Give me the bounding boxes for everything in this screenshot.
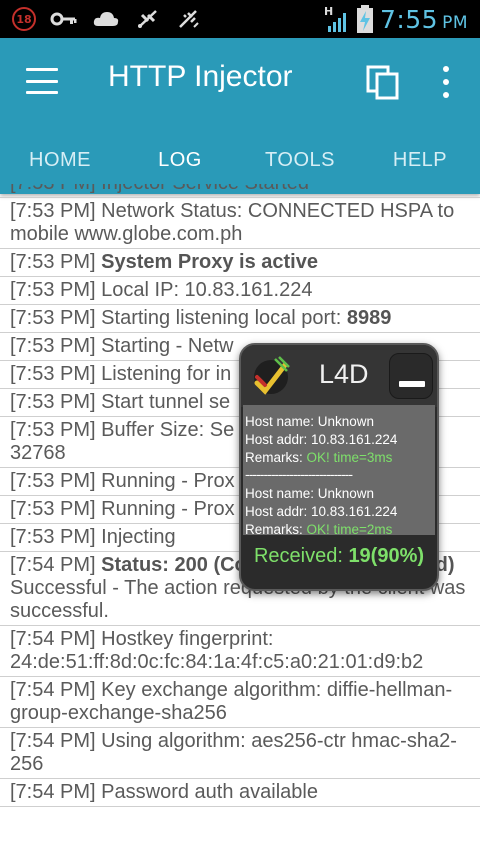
minimize-icon <box>399 381 425 387</box>
app-title: HTTP Injector <box>108 60 293 93</box>
key-icon <box>50 12 77 26</box>
log-entry: [7:54 PM] Hostkey fingerprint: 24:de:51:… <box>0 626 480 677</box>
log-entry: [7:53 PM] System Proxy is active <box>0 249 480 277</box>
log-entry: [7:54 PM] Key exchange algorithm: diffie… <box>0 677 480 728</box>
log-entry: [7:53 PM] Injector Service Started <box>0 184 480 198</box>
status-bar: 18 H 7:55 PM <box>0 0 480 38</box>
tab-tools[interactable]: TOOLS <box>240 138 360 182</box>
battery-charging-icon <box>356 5 373 33</box>
no-signal-icon <box>179 10 199 28</box>
host-name: Host name: Unknown <box>245 486 375 501</box>
clock: 7:55 PM <box>379 4 468 34</box>
host-name: Host name: Unknown <box>245 414 375 429</box>
log-entry: [7:53 PM] Local IP: 10.83.161.224 <box>0 277 480 305</box>
log-entry: [7:54 PM] Password auth available <box>0 779 480 807</box>
widget-title: L4D <box>319 359 369 389</box>
system-icons: H 7:55 PM <box>324 4 468 34</box>
minimize-button[interactable] <box>389 353 433 399</box>
notification-icons: 18 <box>12 7 204 31</box>
log-entry: [7:53 PM] Network Status: CONNECTED HSPA… <box>0 198 480 249</box>
overflow-menu-icon[interactable] <box>436 62 456 102</box>
widget-header[interactable]: L4D <box>241 345 437 407</box>
app-bar: HTTP Injector HOME LOG TOOLS HELP <box>0 38 480 194</box>
log-entry: [7:53 PM] Starting listening local port:… <box>0 305 480 333</box>
host-addr: Host addr: 10.83.161.224 <box>245 504 398 519</box>
h-network-icon: H <box>324 5 346 32</box>
tab-log[interactable]: LOG <box>120 138 240 182</box>
remarks: Remarks: OK! time=3ms <box>245 450 393 465</box>
svg-text:H: H <box>324 5 333 18</box>
received-status: Received: 19(90%) <box>253 545 425 567</box>
tab-bar: HOME LOG TOOLS HELP <box>0 138 480 182</box>
copy-icon[interactable] <box>365 64 401 100</box>
host-addr: Host addr: 10.83.161.224 <box>245 432 398 447</box>
tab-help[interactable]: HELP <box>360 138 480 182</box>
satellite-icon <box>138 10 157 28</box>
remarks: Remarks: OK! time=2ms <box>245 522 393 535</box>
separator: ----------------------------- <box>245 468 353 483</box>
widget-results[interactable]: Host name: Unknown Host addr: 10.83.161.… <box>243 405 435 535</box>
l4d-floating-widget[interactable]: L4D Host name: Unknown Host addr: 10.83.… <box>239 343 439 591</box>
l4d-logo-icon <box>254 356 290 395</box>
notification-badge-icon: 18 <box>12 7 36 31</box>
log-entry: [7:54 PM] Using algorithm: aes256-ctr hm… <box>0 728 480 779</box>
cloud-icon <box>93 12 119 26</box>
menu-icon[interactable] <box>26 68 58 94</box>
tab-home[interactable]: HOME <box>0 138 120 182</box>
